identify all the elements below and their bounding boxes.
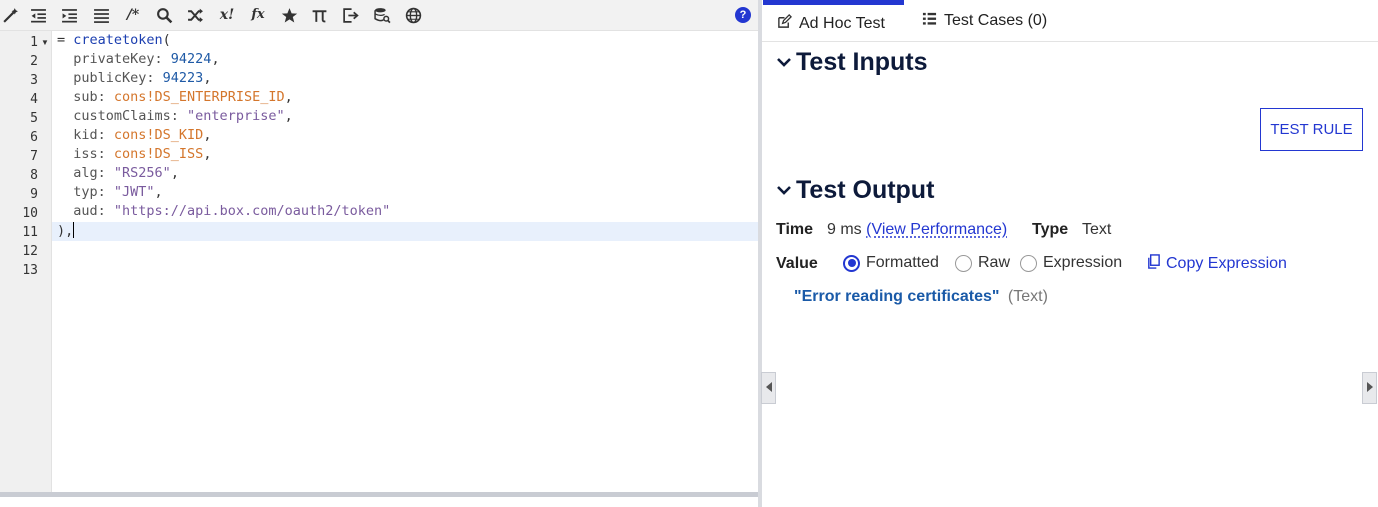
section-title: Test Output — [796, 176, 935, 204]
code-line[interactable]: = createtoken( — [57, 31, 171, 50]
editor-toolbar: /* x! fx ? — [0, 0, 758, 31]
active-line-highlight — [52, 222, 758, 241]
function-icon[interactable]: fx — [247, 5, 269, 25]
database-search-icon[interactable] — [372, 5, 392, 25]
result-type: (Text) — [1007, 288, 1048, 305]
fold-arrow-icon[interactable]: ▼ — [41, 33, 49, 52]
code-line[interactable]: privateKey: 94224, — [57, 50, 219, 69]
tab-label: Test Cases (0) — [944, 12, 1048, 29]
edit-icon — [777, 13, 792, 34]
section-title: Test Inputs — [796, 48, 928, 76]
code-line[interactable]: publicKey: 94223, — [57, 69, 211, 88]
line-number: 5 — [30, 111, 38, 126]
copy-expression-link[interactable]: Copy Expression — [1146, 254, 1287, 274]
view-performance-link[interactable]: (View Performance) — [866, 221, 1007, 238]
code-line[interactable]: alg: "RS256", — [57, 164, 179, 183]
magic-wand-icon[interactable] — [0, 5, 20, 25]
test-rule-button[interactable]: TEST RULE — [1260, 108, 1363, 151]
pi-icon[interactable] — [309, 5, 329, 25]
line-number: 12 — [22, 244, 38, 259]
radio-expression[interactable]: Expression — [1020, 254, 1122, 272]
type-value: Text — [1082, 221, 1112, 238]
star-icon[interactable] — [279, 5, 299, 25]
line-number-gutter: 1 ▼ 2 3 4 5 6 7 8 9 10 11 12 13 — [0, 31, 52, 492]
code-editor[interactable]: 1 ▼ 2 3 4 5 6 7 8 9 10 11 12 13 = create… — [0, 31, 758, 492]
radio-circle[interactable] — [1020, 254, 1037, 272]
search-icon[interactable] — [154, 5, 174, 25]
expression-editor: /* x! fx ? 1 ▼ 2 3 4 5 6 7 8 9 10 11 12 … — [0, 0, 758, 507]
editor-resize-bar[interactable] — [0, 492, 758, 507]
arrow-right-icon — [1366, 379, 1374, 397]
type-label: Type — [1032, 221, 1069, 238]
line-number: 2 — [30, 54, 38, 69]
format-list-icon[interactable] — [91, 5, 111, 25]
tab-label: Ad Hoc Test — [799, 14, 885, 32]
result-string: "Error reading certificates" — [794, 288, 1000, 305]
shuffle-icon[interactable] — [185, 5, 205, 25]
time-label: Time — [776, 221, 814, 238]
indent-icon[interactable] — [59, 5, 79, 25]
code-line[interactable]: sub: cons!DS_ENTERPRISE_ID, — [57, 88, 292, 107]
export-icon[interactable] — [340, 5, 360, 25]
radio-raw[interactable]: Raw — [955, 254, 1010, 272]
line-number: 11 — [22, 225, 38, 240]
line-number: 3 — [30, 73, 38, 88]
code-line[interactable]: aud: "https://api.box.com/oauth2/token" — [57, 202, 390, 221]
line-number: 13 — [22, 263, 38, 278]
code-line[interactable]: iss: cons!DS_ISS, — [57, 145, 211, 164]
tab-test-cases[interactable]: Test Cases (0) — [908, 0, 1061, 42]
chevron-down-icon — [776, 176, 792, 205]
radio-formatted[interactable]: Formatted — [843, 254, 939, 272]
outdent-icon[interactable] — [28, 5, 48, 25]
code-line[interactable]: customClaims: "enterprise", — [57, 107, 292, 126]
line-number: 1 — [30, 35, 38, 50]
line-number: 9 — [30, 187, 38, 202]
test-output-header[interactable]: Test Output — [776, 176, 934, 205]
line-number: 7 — [30, 149, 38, 164]
code-line[interactable]: typ: "JWT", — [57, 183, 162, 202]
help-icon[interactable]: ? — [735, 7, 751, 23]
line-number: 8 — [30, 168, 38, 183]
comment-icon[interactable]: /* — [122, 5, 144, 25]
variable-icon[interactable]: x! — [215, 5, 239, 25]
arrow-left-icon — [765, 379, 773, 397]
list-icon — [922, 11, 937, 31]
radio-circle[interactable] — [955, 254, 972, 272]
test-panel: Ad Hoc Test Test Cases (0) Test Inputs T… — [761, 0, 1378, 507]
collapse-left-handle[interactable] — [761, 372, 776, 404]
line-number: 6 — [30, 130, 38, 145]
line-number: 4 — [30, 92, 38, 107]
result-value: "Error reading certificates" (Text) — [794, 288, 1048, 306]
code-line[interactable]: ), — [57, 222, 75, 241]
test-tabs: Ad Hoc Test Test Cases (0) — [762, 0, 1378, 42]
test-inputs-header[interactable]: Test Inputs — [776, 48, 927, 77]
line-number: 10 — [22, 206, 38, 221]
tab-ad-hoc-test[interactable]: Ad Hoc Test — [763, 0, 904, 42]
text-cursor — [73, 222, 75, 238]
chevron-down-icon — [776, 48, 792, 77]
collapse-right-handle[interactable] — [1362, 372, 1377, 404]
code-line[interactable]: kid: cons!DS_KID, — [57, 126, 211, 145]
time-value: 9 ms (View Performance) — [827, 221, 1008, 238]
globe-icon[interactable] — [403, 5, 423, 25]
radio-circle[interactable] — [843, 254, 860, 272]
value-label: Value — [776, 255, 818, 272]
copy-icon — [1146, 254, 1161, 274]
